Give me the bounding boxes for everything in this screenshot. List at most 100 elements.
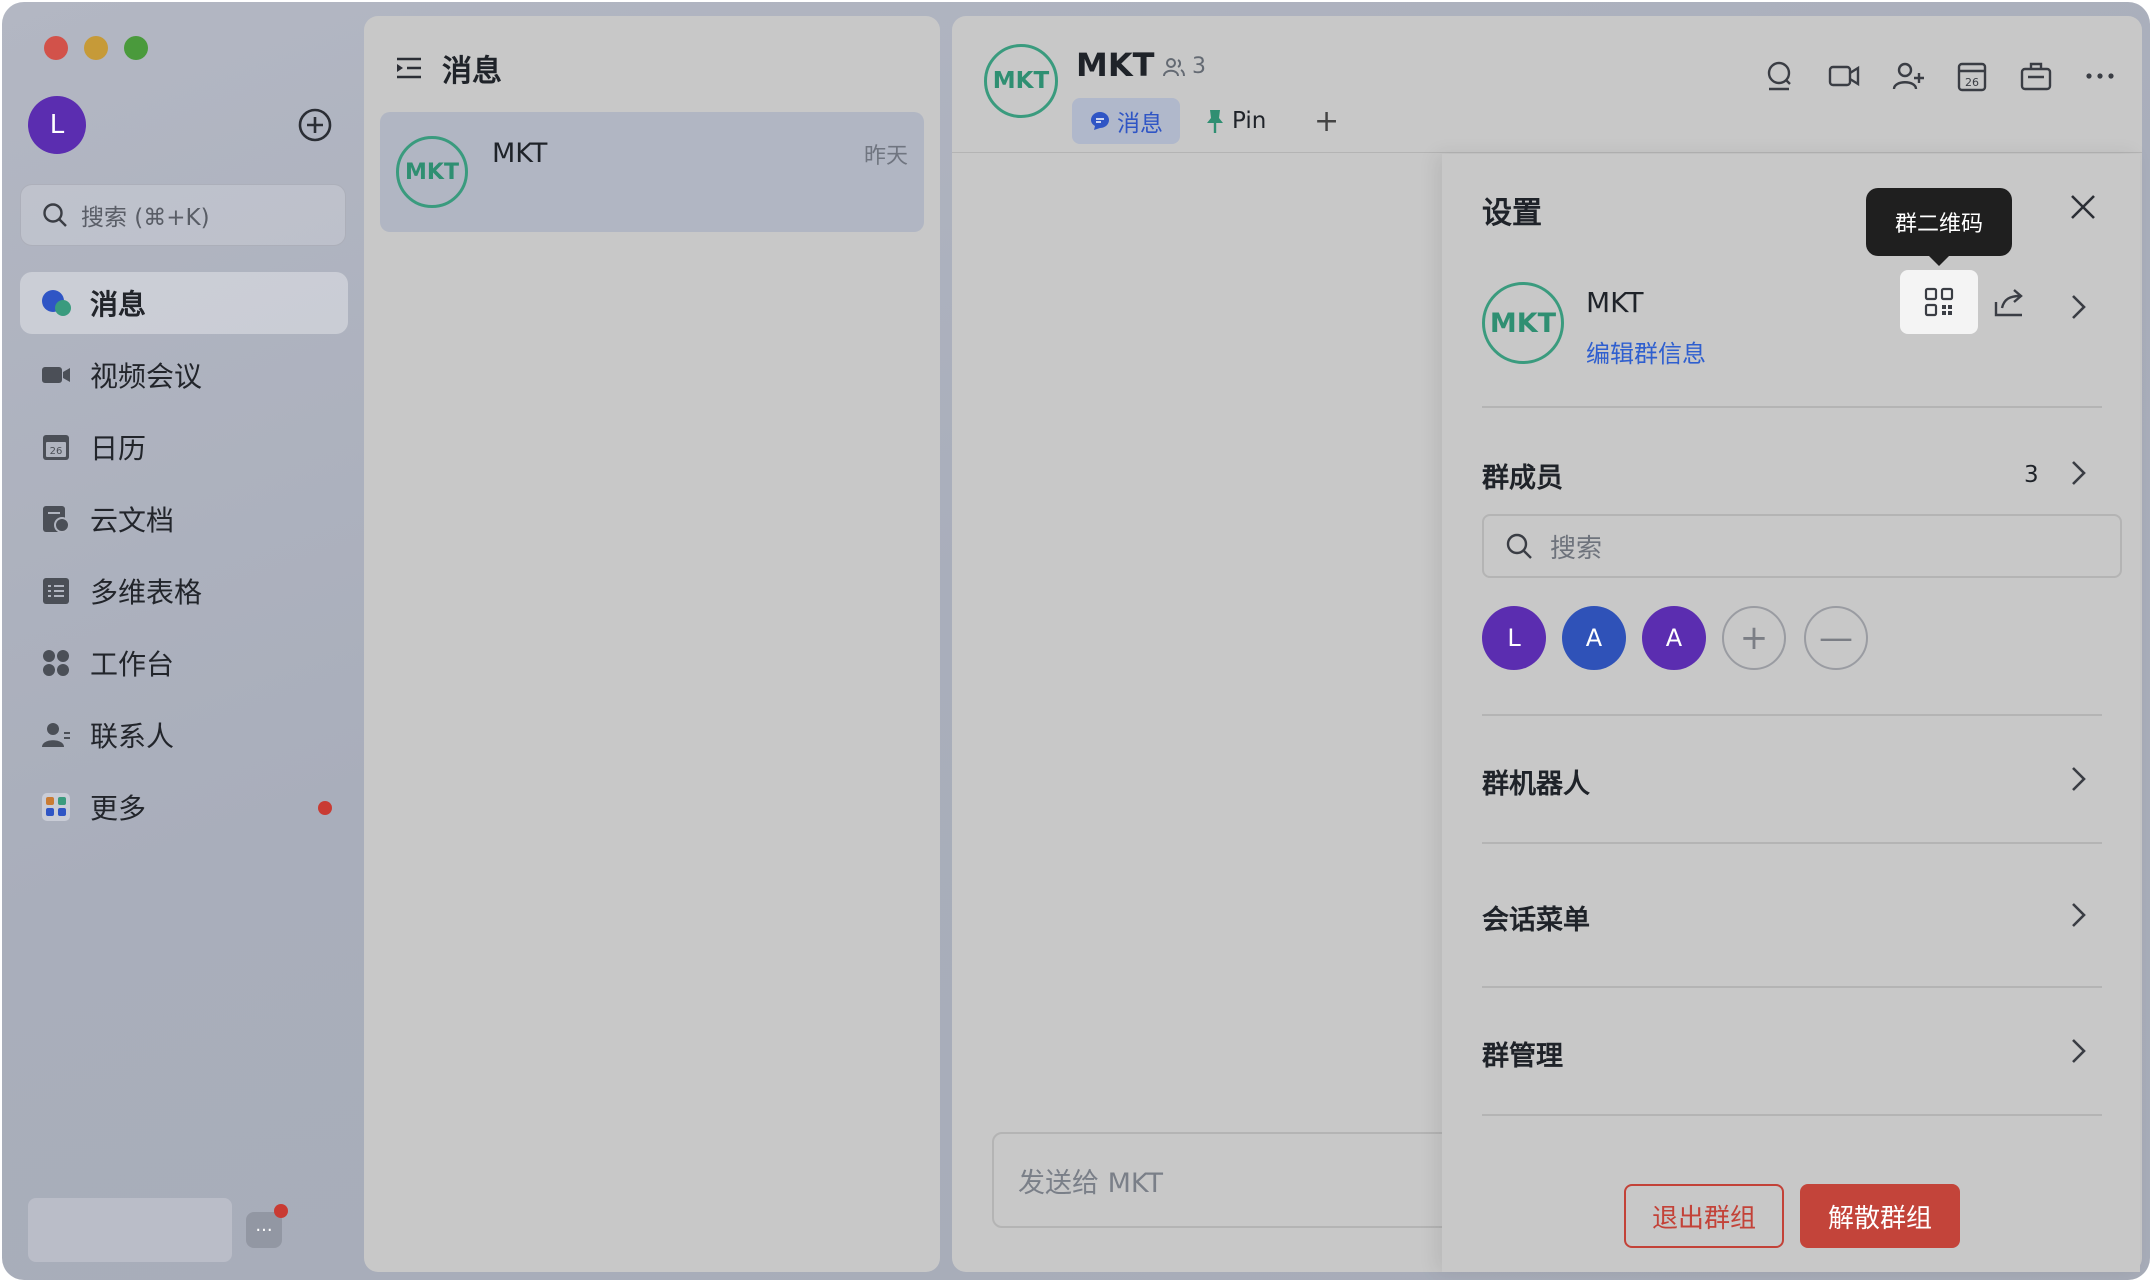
add-member-circle-button[interactable]: + [1722,606,1786,670]
group-bots-row[interactable]: 群机器人 [1482,762,1590,801]
group-admin-row[interactable]: 群管理 [1482,1034,1563,1073]
calendar-icon: 26 [40,431,72,463]
cloud-doc-icon [40,503,72,535]
chevron-right-icon[interactable] [2066,900,2090,930]
svg-text:26: 26 [1965,76,1979,89]
add-person-icon [1892,62,1924,90]
grid-apps-icon [40,647,72,679]
pin-icon [1207,110,1223,133]
member-avatars: L A A + — [1482,606,1886,670]
calendar-button[interactable]: 26 [1954,58,1990,94]
share-icon[interactable] [1992,284,2028,320]
window-minimize-button[interactable] [84,36,108,60]
video-camera-icon [1828,65,1860,87]
window-close-button[interactable] [44,36,68,60]
chat-bubble-icon [40,287,72,319]
global-search-input[interactable]: 搜索 (⌘+K) [20,184,346,246]
chevron-right-icon[interactable] [2066,1036,2090,1066]
chevron-right-icon[interactable] [2066,764,2090,794]
member-count[interactable]: 3 [1162,54,1206,79]
svg-text:26: 26 [50,446,63,457]
sidebar-item-video-meeting[interactable]: 视频会议 [20,344,348,406]
message-list-title: 消息 [442,54,502,89]
chat-bubble-icon [1091,112,1109,130]
message-composer-input[interactable]: 发送给 MKT [992,1132,1492,1228]
search-icon [1506,533,1532,559]
member-avatar[interactable]: A [1642,606,1706,670]
edit-group-info-link[interactable]: 编辑群信息 [1586,334,1706,369]
group-qr-code-button[interactable] [1900,270,1978,334]
window-zoom-button[interactable] [124,36,148,60]
more-label: ··· [255,1219,273,1241]
qr-code-tooltip: 群二维码 [1866,188,2012,266]
group-name: MKT [1586,286,1644,319]
sidebar-item-label: 联系人 [90,720,175,753]
sidebar-item-cloud-docs[interactable]: 云文档 [20,488,348,550]
member-count-value: 3 [1192,54,1206,79]
sidebar-nav: 消息 视频会议 26 日历 云文档 多维表格 工作台 联系人 更多 [20,272,348,848]
video-call-button[interactable] [1826,58,1862,94]
more-options-button[interactable]: ··· [246,1204,288,1248]
chat-menu-row[interactable]: 会话菜单 [1482,898,1590,937]
sidebar-item-label: 视频会议 [90,360,203,393]
chat-header: MKT MKT 3 消息 Pin + 26 [952,16,2142,153]
sidebar-item-label: 云文档 [90,504,175,537]
add-tab-button[interactable]: + [1314,98,1339,144]
notification-dot [274,1204,288,1218]
user-avatar[interactable]: L [28,96,86,154]
add-circle-icon[interactable] [296,106,334,144]
account-status-area[interactable] [28,1198,232,1262]
sidebar-item-label: 消息 [90,288,147,321]
sidebar-item-contacts[interactable]: 联系人 [20,704,348,766]
video-camera-icon [40,359,72,391]
chat-avatar[interactable]: MKT [984,44,1058,118]
notification-dot [318,801,332,815]
sidebar-item-workplace[interactable]: 工作台 [20,632,348,694]
member-search-placeholder: 搜索 [1550,533,1603,564]
chevron-right-icon[interactable] [2066,458,2090,488]
conversation-name: MKT [492,138,548,169]
message-list-header: 消息 [394,46,502,90]
tab-messages[interactable]: 消息 [1072,98,1180,144]
close-icon[interactable] [2068,192,2098,222]
member-search-input[interactable]: 搜索 [1482,514,2122,578]
group-members-count: 3 [2024,462,2039,488]
sidebar-item-label: 多维表格 [90,576,203,609]
tab-pin[interactable]: Pin [1204,98,1266,144]
sidebar-item-label: 工作台 [90,648,175,681]
sidebar-item-label: 更多 [90,792,147,825]
sidebar-item-calendar[interactable]: 26 日历 [20,416,348,478]
table-icon [40,575,72,607]
search-placeholder: 搜索 (⌘+K) [81,205,210,231]
app-window: L 搜索 (⌘+K) 消息 视频会议 26 日历 云文档 多维表格 工作台 联系… [2,2,2150,1280]
member-avatar[interactable]: L [1482,606,1546,670]
group-avatar[interactable]: MKT [1482,282,1564,364]
search-chat-button[interactable] [1762,58,1798,94]
members-icon [1163,57,1185,76]
member-avatar[interactable]: A [1562,606,1626,670]
dissolve-group-button[interactable]: 解散群组 [1800,1184,1960,1248]
divider [1482,406,2102,408]
more-horizontal-icon [2086,73,2114,79]
chevron-right-icon[interactable] [2066,292,2090,322]
sidebar-item-more[interactable]: 更多 [20,776,348,838]
collapse-list-icon[interactable] [394,53,424,83]
share-doc-button[interactable] [2018,58,2054,94]
tab-label: 消息 [1117,111,1163,137]
add-member-button[interactable] [1890,58,1926,94]
quit-group-button[interactable]: 退出群组 [1624,1184,1784,1248]
chat-title: MKT [1076,46,1155,84]
conversation-avatar: MKT [396,136,468,208]
sidebar-item-label: 日历 [90,432,147,465]
remove-member-circle-button[interactable]: — [1804,606,1868,670]
divider [1482,842,2102,844]
briefcase-icon [2020,62,2052,91]
conversation-item[interactable]: MKT MKT 昨天 [380,112,924,232]
more-apps-icon [40,791,72,823]
settings-title: 设置 [1482,196,1542,231]
more-button[interactable] [2082,58,2118,94]
sidebar-item-bitable[interactable]: 多维表格 [20,560,348,622]
calendar-icon: 26 [1957,62,1987,92]
search-icon [43,203,67,227]
sidebar-item-messages[interactable]: 消息 [20,272,348,334]
